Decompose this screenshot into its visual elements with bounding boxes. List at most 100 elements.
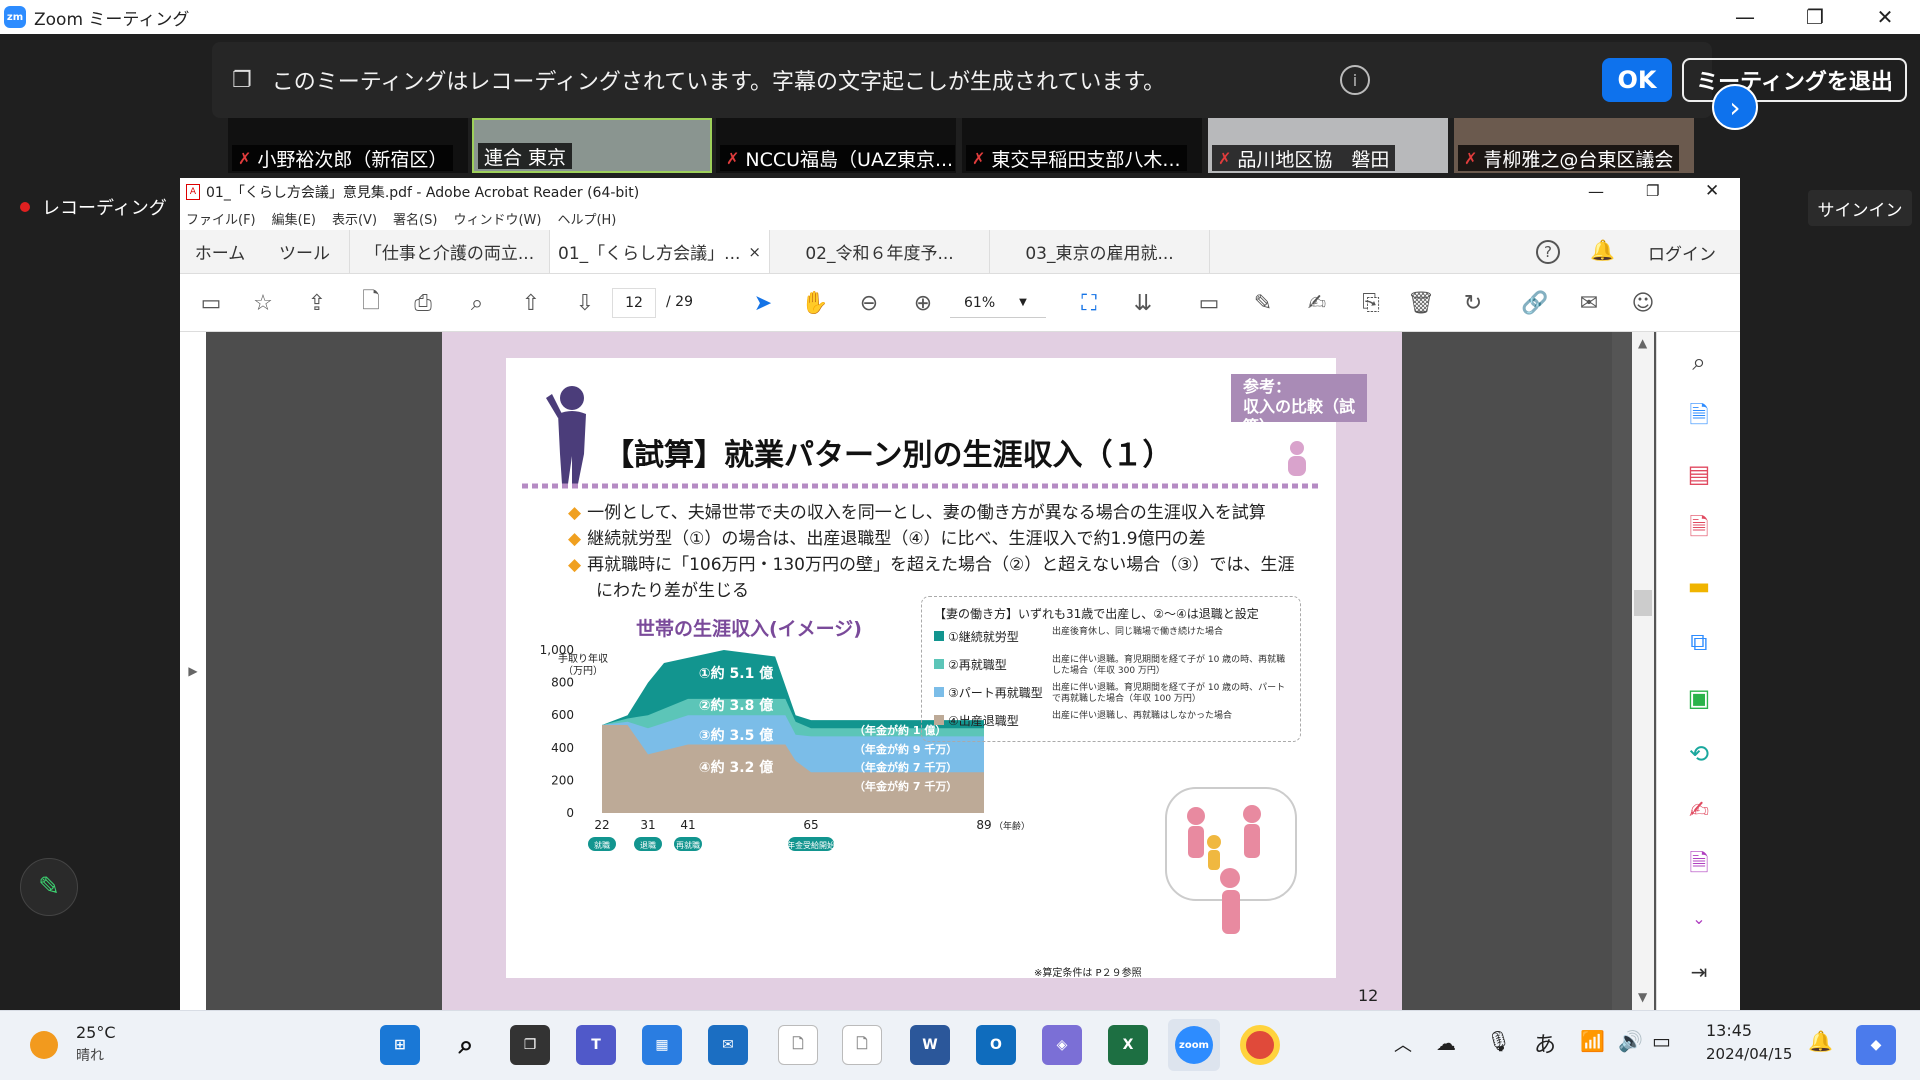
file-icon-2[interactable]: 🗋 <box>842 1025 882 1065</box>
volume-icon[interactable]: 🔊 <box>1618 1029 1643 1053</box>
teams-icon[interactable]: T <box>576 1025 616 1065</box>
help-icon[interactable]: ? <box>1536 240 1560 264</box>
select-arrow-icon[interactable]: ➤ <box>748 288 778 318</box>
comment-tool-icon[interactable]: ▬ <box>1679 566 1719 606</box>
tab-tools[interactable]: ツール <box>260 230 350 273</box>
export-pdf-icon[interactable]: 🗎 <box>1679 510 1719 550</box>
chrome-icon[interactable] <box>1240 1025 1280 1065</box>
file-lock-icon[interactable]: 🗋 <box>356 288 386 318</box>
menu-view[interactable]: 表示(V) <box>332 209 377 228</box>
menu-sign[interactable]: 署名(S) <box>393 209 437 228</box>
email-icon[interactable]: ✉ <box>1574 288 1604 318</box>
scroll-thumb[interactable] <box>1634 590 1652 616</box>
pdf-page[interactable]: ①約 5.1 億 ②約 3.8 億 ③約 3.5 億 ④約 3.2 億（年金が約 1 … <box>442 332 1402 1010</box>
organize-pages-icon[interactable]: ▤ <box>1679 454 1719 494</box>
highlight-pen-icon[interactable]: ✎ <box>1248 288 1278 318</box>
stamp-icon[interactable]: ⎘ <box>1356 288 1386 318</box>
hand-tool-icon[interactable]: ✋ <box>800 288 830 318</box>
rotate-icon[interactable]: ↻ <box>1458 288 1488 318</box>
clock-time[interactable]: 13:45 <box>1706 1021 1752 1040</box>
copilot-icon[interactable]: ◈ <box>1042 1025 1082 1065</box>
scan-icon[interactable]: ⟲ <box>1679 734 1719 774</box>
maximize-button[interactable]: ❐ <box>1780 0 1850 34</box>
close-icon[interactable]: ✕ <box>1705 181 1719 201</box>
menu-help[interactable]: ヘルプ(H) <box>557 209 616 228</box>
fit-page-icon[interactable]: ⛶ <box>1074 288 1104 318</box>
tab-document-2[interactable]: 01_「くらし方会議」... × <box>550 230 770 273</box>
search-icon[interactable]: ⌕ <box>462 288 492 318</box>
prev-page-icon[interactable]: ⇧ <box>516 288 546 318</box>
vertical-scrollbar[interactable]: ▲ ▼ <box>1632 332 1654 1010</box>
start-icon[interactable]: ⊞ <box>380 1025 420 1065</box>
tab-home[interactable]: ホーム <box>180 230 260 273</box>
save-icon[interactable]: ▭ <box>196 288 226 318</box>
zoom-in-icon[interactable]: ⊕ <box>908 288 938 318</box>
fill-sign-icon[interactable]: ✍ <box>1679 790 1719 830</box>
next-page-icon[interactable]: ⇩ <box>570 288 600 318</box>
zoom-app-button[interactable]: zoom <box>1168 1019 1220 1071</box>
clock-date[interactable]: 2024/04/15 <box>1706 1045 1792 1063</box>
scroll-up-icon[interactable]: ▲ <box>1638 336 1647 350</box>
edit-pdf-icon[interactable]: 🗎 <box>1679 846 1719 886</box>
search-icon[interactable]: ⌕ <box>446 1025 486 1065</box>
weather-text[interactable]: 晴れ <box>76 1045 104 1065</box>
menu-file[interactable]: ファイル(F) <box>186 209 256 228</box>
signin-button[interactable]: サインイン <box>1808 190 1912 226</box>
info-icon[interactable]: i <box>1340 65 1370 95</box>
microphone-icon[interactable]: 🎙 <box>1486 1029 1511 1053</box>
sign-icon[interactable]: ✍ <box>1302 288 1332 318</box>
notification-bell-icon[interactable]: 🔔 <box>1808 1029 1833 1053</box>
share-link-icon[interactable]: 🔗 <box>1520 288 1550 318</box>
compress-pdf-icon[interactable]: ▣ <box>1679 678 1719 718</box>
tab-document-4[interactable]: 03_東京の雇用就... <box>990 230 1210 273</box>
wifi-icon[interactable]: 📶 <box>1580 1029 1605 1053</box>
close-tab-icon[interactable]: × <box>748 243 761 261</box>
page-number-input[interactable]: 12 <box>612 288 656 318</box>
chevron-up-icon[interactable]: ︿ <box>1394 1031 1412 1057</box>
word-icon[interactable]: W <box>910 1025 950 1065</box>
zoom-search-icon[interactable]: ⌕ <box>1679 342 1719 382</box>
participant-tile[interactable]: ✗ 品川地区協 磐田 <box>1208 118 1448 173</box>
file-icon[interactable]: 🗋 <box>778 1025 818 1065</box>
minimize-button[interactable]: — <box>1710 0 1780 34</box>
collapse-tools-icon[interactable]: ⇥ <box>1679 952 1719 992</box>
copilot-pre-icon[interactable]: ◆ <box>1856 1025 1896 1065</box>
scroll-mode-icon[interactable]: ⇊ <box>1128 288 1158 318</box>
onedrive-icon[interactable]: ☁ <box>1436 1031 1456 1055</box>
outlook-icon[interactable]: O <box>976 1025 1016 1065</box>
participant-tile[interactable]: ✗ 青柳雅之@台東区議会 <box>1454 118 1694 173</box>
close-button[interactable]: ✕ <box>1850 0 1920 34</box>
left-panel-toggle[interactable]: ▶ <box>180 332 206 1010</box>
participant-tile[interactable]: 連合 東京 <box>472 118 712 173</box>
restore-icon[interactable]: ❐ <box>1646 182 1659 200</box>
zoom-level-dropdown[interactable]: 61% ▼ <box>950 288 1046 318</box>
login-button[interactable]: ログイン <box>1648 240 1716 265</box>
weather-temp[interactable]: 25°C <box>76 1023 116 1042</box>
next-page-icon[interactable]: › <box>1712 84 1758 130</box>
more-tools-icon[interactable]: ⌄ <box>1679 898 1719 938</box>
comment-icon[interactable]: ▭ <box>1194 288 1224 318</box>
scroll-down-icon[interactable]: ▼ <box>1638 990 1647 1004</box>
excel-icon[interactable]: X <box>1108 1025 1148 1065</box>
combine-files-icon[interactable]: ⧉ <box>1679 622 1719 662</box>
tab-document-3[interactable]: 02_令和６年度予... <box>770 230 990 273</box>
zoom-out-icon[interactable]: ⊖ <box>854 288 884 318</box>
participant-tile[interactable]: ✗ 東交早稲田支部八木... <box>962 118 1202 173</box>
participant-tile[interactable]: ✗ NCCU福島（UAZ東京... <box>716 118 956 173</box>
ok-button[interactable]: OK <box>1602 58 1672 102</box>
add-user-icon[interactable]: ☺ <box>1628 288 1658 318</box>
create-pdf-icon[interactable]: 🗎 <box>1679 398 1719 438</box>
menu-window[interactable]: ウィンドウ(W) <box>453 209 541 228</box>
participant-tile[interactable]: ✗ 小野裕次郎（新宿区） <box>228 118 468 173</box>
upload-icon[interactable]: ⇪ <box>302 288 332 318</box>
annotate-pen-icon[interactable]: ✎ <box>20 858 78 916</box>
menu-edit[interactable]: 編集(E) <box>272 209 316 228</box>
print-icon[interactable]: ⎙ <box>408 288 438 318</box>
minimize-icon[interactable]: — <box>1588 182 1604 201</box>
delete-icon[interactable]: 🗑 <box>1406 288 1436 318</box>
ime-indicator[interactable]: あ <box>1534 1027 1556 1059</box>
task-view-icon[interactable]: ❐ <box>510 1025 550 1065</box>
bell-icon[interactable]: 🔔 <box>1590 238 1615 262</box>
star-icon[interactable]: ☆ <box>248 288 278 318</box>
battery-icon[interactable]: ▭ <box>1652 1029 1671 1053</box>
